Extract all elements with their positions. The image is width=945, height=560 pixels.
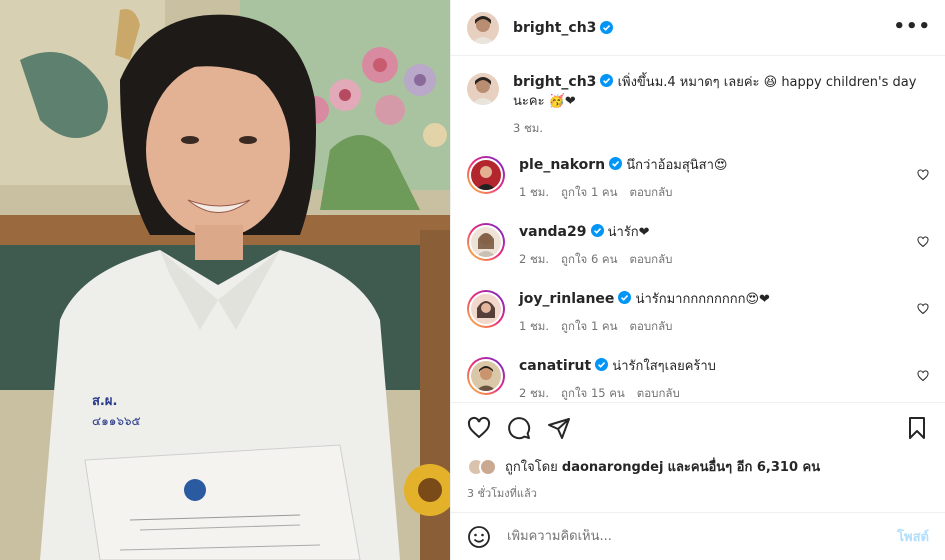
comment-row: ple_nakorn นึกว่าอ้อมสุนิสา😍 1 ชม. ถูกใจ … — [467, 156, 929, 201]
action-bar — [451, 402, 945, 452]
caption-time: 3 ชม. — [513, 121, 544, 135]
comment-username[interactable]: joy_rinlanee — [519, 291, 614, 307]
commenter-avatar[interactable] — [467, 223, 505, 261]
likes-summary: ถูกใจโดย daonarongdej และคนอื่นๆ อีก 6,3… — [467, 456, 929, 477]
comment-likes[interactable]: ถูกใจ 1 คน — [561, 319, 617, 333]
like-comment-icon[interactable] — [917, 370, 929, 382]
commenter-avatar[interactable] — [467, 156, 505, 194]
comment-time: 1 ชม. — [519, 185, 550, 199]
comment-time: 2 ชม. — [519, 386, 550, 400]
save-bookmark-icon[interactable] — [905, 416, 929, 440]
post-comment-button[interactable]: โพสต์ — [897, 526, 929, 547]
like-comment-icon[interactable] — [917, 236, 929, 248]
verified-badge-icon — [600, 74, 614, 87]
comments-list[interactable]: bright_ch3 เพิ่งขึ้นม.4 หมาดๆ เลยค่ะ 😆 h… — [451, 57, 945, 401]
comment-likes[interactable]: ถูกใจ 1 คน — [561, 185, 617, 199]
verified-badge-icon — [609, 157, 623, 170]
likes-prefix: ถูกใจโดย — [505, 460, 558, 475]
post-timestamp: 3 ชั่วโมงที่แล้ว — [467, 487, 537, 500]
comment-likes[interactable]: ถูกใจ 15 คน — [561, 386, 625, 400]
comment-time: 2 ชม. — [519, 252, 550, 266]
likes-text[interactable]: ถูกใจโดย daonarongdej และคนอื่นๆ อีก 6,3… — [505, 456, 820, 477]
reply-link[interactable]: ตอบกลับ — [637, 386, 680, 400]
svg-text:๔๑๑๖๖๕: ๔๑๑๖๖๕ — [92, 414, 141, 428]
like-heart-icon[interactable] — [467, 416, 491, 440]
emoji-icon[interactable] — [467, 525, 491, 549]
comment-text: น่ารักมากกกกกกกก😍❤ — [635, 292, 770, 307]
reply-link[interactable]: ตอบกลับ — [629, 185, 672, 199]
reply-link[interactable]: ตอบกลับ — [629, 319, 672, 333]
comment-text: นึกว่าอ้อมสุนิสา😍 — [626, 158, 728, 173]
comment-row: joy_rinlanee น่ารักมากกกกกกกก😍❤ 1 ชม. ถูก… — [467, 290, 929, 335]
comment-input[interactable] — [507, 529, 898, 544]
verified-badge-icon — [618, 291, 632, 304]
verified-badge-icon — [600, 21, 614, 34]
comment-time: 1 ชม. — [519, 319, 550, 333]
comment-composer: โพสต์ — [451, 512, 945, 560]
share-icon[interactable] — [547, 416, 571, 440]
caption-avatar[interactable] — [467, 73, 499, 105]
comment-text: น่ารัก❤ — [607, 225, 650, 240]
comment-username[interactable]: vanda29 — [519, 224, 587, 240]
reply-link[interactable]: ตอบกลับ — [629, 252, 672, 266]
like-comment-icon[interactable] — [917, 303, 929, 315]
verified-badge-icon — [595, 358, 609, 371]
post-photo: ส.ผ. ๔๑๑๖๖๕ — [0, 0, 450, 560]
caption: bright_ch3 เพิ่งขึ้นม.4 หมาดๆ เลยค่ะ 😆 h… — [467, 73, 929, 138]
author-avatar[interactable] — [467, 11, 499, 44]
comment-username[interactable]: ple_nakorn — [519, 157, 605, 173]
commenter-avatar[interactable] — [467, 357, 505, 395]
likes-rest[interactable]: และคนอื่นๆ อีก 6,310 คน — [668, 460, 821, 475]
comment-likes[interactable]: ถูกใจ 6 คน — [561, 252, 617, 266]
comment-row: canatirut น่ารักใสๆเลยคร้าบ 2 ชม. ถูกใจ 1… — [467, 357, 929, 401]
more-options-icon[interactable]: ••• — [893, 16, 931, 37]
likes-user[interactable]: daonarongdej — [562, 460, 664, 475]
post-header: bright_ch3 ••• — [451, 0, 945, 56]
like-comment-icon[interactable] — [917, 169, 929, 181]
comment-icon[interactable] — [507, 416, 531, 440]
verified-badge-icon — [590, 224, 604, 237]
author-username[interactable]: bright_ch3 — [513, 20, 596, 36]
svg-text:ส.ผ.: ส.ผ. — [92, 394, 117, 409]
commenter-avatar[interactable] — [467, 290, 505, 328]
liker-avatar — [479, 457, 497, 476]
comment-row: vanda29 น่ารัก❤ 2 ชม. ถูกใจ 6 คน ตอบกลับ — [467, 223, 929, 268]
post-side-panel: bright_ch3 ••• bright_ch3 เพิ่งขึ้นม.4 ห… — [450, 0, 945, 560]
comment-username[interactable]: canatirut — [519, 358, 591, 374]
caption-username[interactable]: bright_ch3 — [513, 74, 596, 90]
comment-text: น่ารักใสๆเลยคร้าบ — [612, 359, 716, 374]
